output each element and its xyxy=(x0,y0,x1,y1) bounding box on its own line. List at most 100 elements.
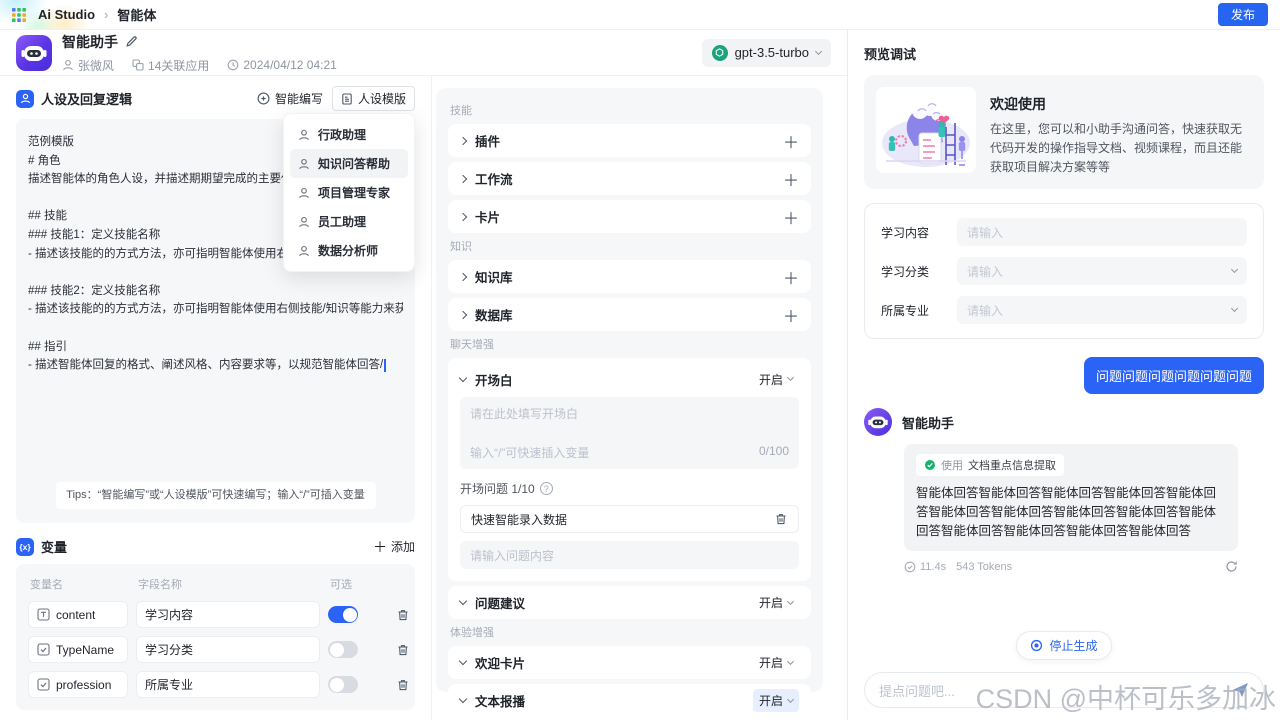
smart-write-button[interactable]: 智能编写 xyxy=(248,86,332,111)
assistant-answer: 智能体回答智能体回答智能体回答智能体回答智能体回答智能体回答智能体回答智能体回答… xyxy=(916,484,1226,541)
plus-icon: ＋ xyxy=(373,540,387,554)
menu-item-employee-assistant[interactable]: 员工助理 xyxy=(290,207,408,236)
field-label-input[interactable]: 学习内容 xyxy=(136,601,320,628)
text-cursor xyxy=(384,359,386,372)
table-row: TypeName 学习分类 xyxy=(28,636,403,663)
model-select[interactable]: gpt-3.5-turbo xyxy=(702,39,831,67)
section-knowledge-base[interactable]: 知识库 ＋ xyxy=(448,260,811,293)
assistant-message: 智能助手 使用 文档重点信息提取 智能体回答智能体回答智能体回答智能体回答智能体… xyxy=(864,408,1264,573)
section-plugins[interactable]: 插件 ＋ xyxy=(448,124,811,157)
assistant-name: 智能助手 xyxy=(902,413,954,432)
chevron-down-icon xyxy=(815,47,822,54)
section-cards[interactable]: 卡片 ＋ xyxy=(448,200,811,233)
agent-title: 智能助手 xyxy=(62,32,118,52)
publish-button[interactable]: 发布 xyxy=(1218,3,1268,26)
variable-name-field[interactable]: TypeName xyxy=(28,636,128,663)
chevron-down-icon xyxy=(459,597,467,605)
persona-panel: 人设及回复逻辑 智能编写 人设模版 范例模版 # 角色 描述智能体的角色人设，并… xyxy=(0,76,432,720)
section-welcome-card[interactable]: 欢迎卡片 开启 xyxy=(448,646,811,679)
person-icon xyxy=(62,59,74,71)
robot-icon xyxy=(16,35,52,71)
add-variable-button[interactable]: ＋ 添加 xyxy=(373,538,415,555)
group-chat-enhance: 聊天增强 xyxy=(450,336,809,352)
agent-header: 智能助手 张微风 14关联应用 2 xyxy=(0,30,847,76)
optional-toggle[interactable] xyxy=(328,676,358,693)
stop-generating-button[interactable]: 停止生成 xyxy=(1016,631,1111,660)
form-row: 学习分类 请输入 xyxy=(881,257,1247,285)
learning-type-select[interactable]: 请输入 xyxy=(957,257,1247,285)
chevron-down-icon xyxy=(787,597,794,604)
trash-icon xyxy=(396,643,410,657)
chevron-right-icon xyxy=(459,272,467,280)
add-knowledge-icon[interactable]: ＋ xyxy=(783,265,799,289)
breadcrumb-brand[interactable]: Ai Studio xyxy=(38,7,95,22)
menu-item-knowledge-qa[interactable]: 知识问答帮助 xyxy=(290,149,408,178)
char-counter: 0/100 xyxy=(759,444,789,461)
help-icon[interactable]: ? xyxy=(540,482,553,495)
welcome-description: 在这里，您可以和小助手沟通问答，快速获取无代码开发的操作指导文档、视频课程，而且… xyxy=(990,120,1252,177)
persona-section-title: 人设及回复逻辑 xyxy=(41,89,248,108)
optional-toggle[interactable] xyxy=(328,641,358,658)
chevron-right-icon xyxy=(459,310,467,318)
menu-item-project-expert[interactable]: 项目管理专家 xyxy=(290,178,408,207)
chat-input[interactable]: 提点问题吧... xyxy=(864,672,1264,708)
add-plugin-icon[interactable]: ＋ xyxy=(783,129,799,153)
opening-state-select[interactable]: 开启 xyxy=(753,368,799,391)
form-row: 学习内容 请输入 xyxy=(881,218,1247,246)
chat-input-placeholder: 提点问题吧... xyxy=(879,681,955,700)
agent-updated-time: 2024/04/12 04:21 xyxy=(227,58,336,72)
chevron-down-icon xyxy=(787,657,794,664)
chevron-down-icon xyxy=(459,695,467,703)
section-database[interactable]: 数据库 ＋ xyxy=(448,298,811,331)
opening-textarea[interactable]: 请在此处填写开场白 输入“/”可快速插入变量 0/100 xyxy=(460,397,799,469)
form-label: 所属专业 xyxy=(881,302,941,319)
stop-target-icon xyxy=(1030,639,1043,652)
delete-question-button[interactable] xyxy=(774,512,788,526)
optional-toggle[interactable] xyxy=(328,606,358,623)
add-workflow-icon[interactable]: ＋ xyxy=(783,167,799,191)
new-question-input[interactable]: 请输入问题内容 xyxy=(460,541,799,569)
text-field-icon xyxy=(37,608,50,621)
chevron-down-icon xyxy=(787,374,794,381)
profession-select[interactable]: 请输入 xyxy=(957,296,1247,324)
add-database-icon[interactable]: ＋ xyxy=(783,303,799,327)
variable-name-field[interactable]: profession xyxy=(28,671,128,698)
person-icon xyxy=(298,187,310,199)
template-doc-icon xyxy=(341,93,353,105)
message-meta: 11.4s 543 Tokens xyxy=(904,560,1238,573)
col-field-label: 字段名称 xyxy=(138,576,322,592)
form-label: 学习内容 xyxy=(881,224,941,241)
edit-title-icon[interactable] xyxy=(125,35,138,48)
persona-template-button[interactable]: 人设模版 xyxy=(332,86,415,111)
send-icon[interactable] xyxy=(1231,682,1249,698)
learning-content-input[interactable]: 请输入 xyxy=(957,218,1247,246)
menu-item-data-analyst[interactable]: 数据分析师 xyxy=(290,236,408,265)
field-label-input[interactable]: 所属专业 xyxy=(136,671,320,698)
opening-placeholder: 请在此处填写开场白 xyxy=(470,405,789,422)
welcome-card-state-select[interactable]: 开启 xyxy=(753,651,799,674)
delete-variable-button[interactable] xyxy=(396,678,410,692)
magic-icon xyxy=(257,92,270,105)
timer-check-icon xyxy=(904,561,916,573)
suggestion-state-select[interactable]: 开启 xyxy=(753,591,799,614)
preview-panel: 预览调试 xyxy=(848,30,1280,720)
variable-name-field[interactable]: content xyxy=(28,601,128,628)
tool-usage-chip[interactable]: 使用 文档重点信息提取 xyxy=(916,454,1064,476)
delete-variable-button[interactable] xyxy=(396,643,410,657)
preview-title: 预览调试 xyxy=(864,44,1264,63)
section-text-broadcast[interactable]: 文本报播 开启 xyxy=(448,684,811,717)
apps-grid-icon[interactable] xyxy=(12,8,26,22)
section-workflows[interactable]: 工作流 ＋ xyxy=(448,162,811,195)
delete-variable-button[interactable] xyxy=(396,608,410,622)
latency-value: 11.4s xyxy=(920,561,946,573)
section-question-suggestion[interactable]: 问题建议 开启 xyxy=(448,586,811,619)
opening-question-item[interactable]: 快速智能录入数据 xyxy=(460,505,799,533)
add-card-icon[interactable]: ＋ xyxy=(783,205,799,229)
regenerate-icon[interactable] xyxy=(1225,560,1238,573)
chevron-down-icon[interactable] xyxy=(459,373,467,381)
text-broadcast-state-select[interactable]: 开启 xyxy=(753,689,799,712)
form-row: 所属专业 请输入 xyxy=(881,296,1247,324)
menu-item-admin-assistant[interactable]: 行政助理 xyxy=(290,120,408,149)
field-label-input[interactable]: 学习分类 xyxy=(136,636,320,663)
trash-icon xyxy=(774,512,788,526)
